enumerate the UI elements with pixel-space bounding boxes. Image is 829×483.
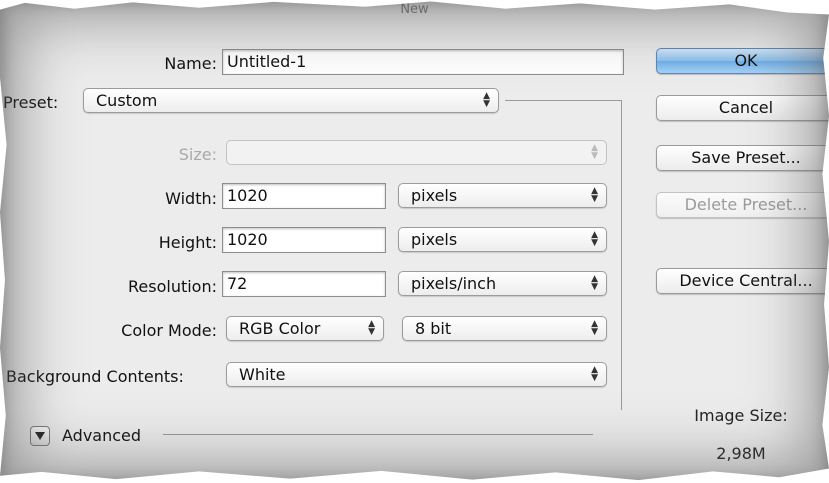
image-size-value: 2,98M bbox=[716, 444, 766, 463]
updown-arrows-icon: ▲ ▼ bbox=[591, 274, 598, 292]
bit-depth-select[interactable]: 8 bit ▲ ▼ bbox=[402, 316, 607, 341]
updown-arrows-icon: ▲ ▼ bbox=[591, 143, 598, 161]
width-unit-value: pixels bbox=[411, 186, 458, 205]
color-mode-label: Color Mode: bbox=[121, 321, 217, 340]
advanced-label[interactable]: Advanced bbox=[62, 426, 141, 445]
advanced-group-line bbox=[163, 434, 593, 435]
size-label: Size: bbox=[178, 145, 217, 164]
resolution-unit-value: pixels/inch bbox=[411, 274, 497, 293]
resolution-field[interactable]: 72 bbox=[222, 271, 386, 297]
background-contents-value: White bbox=[239, 365, 286, 384]
updown-arrows-icon: ▲ ▼ bbox=[483, 91, 490, 109]
bit-depth-value: 8 bit bbox=[415, 319, 452, 338]
save-preset-button[interactable]: Save Preset... bbox=[656, 145, 829, 171]
device-central-button[interactable]: Device Central... bbox=[656, 268, 829, 294]
size-select: ▲ ▼ bbox=[226, 140, 607, 165]
preset-value: Custom bbox=[96, 91, 158, 110]
background-contents-select[interactable]: White ▲ ▼ bbox=[226, 362, 607, 387]
updown-arrows-icon: ▲ ▼ bbox=[591, 230, 598, 248]
preset-select[interactable]: Custom ▲ ▼ bbox=[83, 88, 499, 113]
window-title: New bbox=[400, 2, 429, 17]
updown-arrows-icon: ▲ ▼ bbox=[591, 319, 598, 337]
name-field[interactable]: Untitled-1 bbox=[222, 49, 624, 75]
resolution-label: Resolution: bbox=[128, 277, 217, 296]
disclosure-triangle-icon bbox=[35, 432, 45, 440]
updown-arrows-icon: ▲ ▼ bbox=[591, 186, 598, 204]
color-mode-value: RGB Color bbox=[239, 319, 321, 338]
color-mode-select[interactable]: RGB Color ▲ ▼ bbox=[226, 316, 384, 341]
width-field[interactable]: 1020 bbox=[222, 183, 386, 209]
preset-group-line-top bbox=[505, 100, 621, 101]
updown-arrows-icon: ▲ ▼ bbox=[591, 365, 598, 383]
cancel-button[interactable]: Cancel bbox=[656, 95, 829, 121]
width-label: Width: bbox=[165, 189, 217, 208]
width-unit-select[interactable]: pixels ▲ ▼ bbox=[398, 183, 607, 208]
ok-button[interactable]: OK bbox=[656, 48, 829, 74]
advanced-toggle-icon[interactable] bbox=[30, 426, 50, 446]
preset-label: Preset: bbox=[3, 93, 59, 112]
resolution-unit-select[interactable]: pixels/inch ▲ ▼ bbox=[398, 271, 607, 296]
image-size-label: Image Size: bbox=[694, 406, 788, 425]
preset-group-line-right bbox=[621, 100, 622, 410]
updown-arrows-icon: ▲ ▼ bbox=[368, 319, 375, 337]
background-contents-label: Background Contents: bbox=[6, 367, 184, 386]
dialog-window: New Name: Untitled-1 Preset: Custom ▲ ▼ S… bbox=[0, 1, 829, 481]
height-field[interactable]: 1020 bbox=[222, 227, 386, 253]
height-unit-select[interactable]: pixels ▲ ▼ bbox=[398, 227, 607, 252]
height-unit-value: pixels bbox=[411, 230, 458, 249]
height-label: Height: bbox=[158, 233, 217, 252]
name-label: Name: bbox=[164, 54, 217, 73]
delete-preset-button: Delete Preset... bbox=[656, 192, 829, 218]
